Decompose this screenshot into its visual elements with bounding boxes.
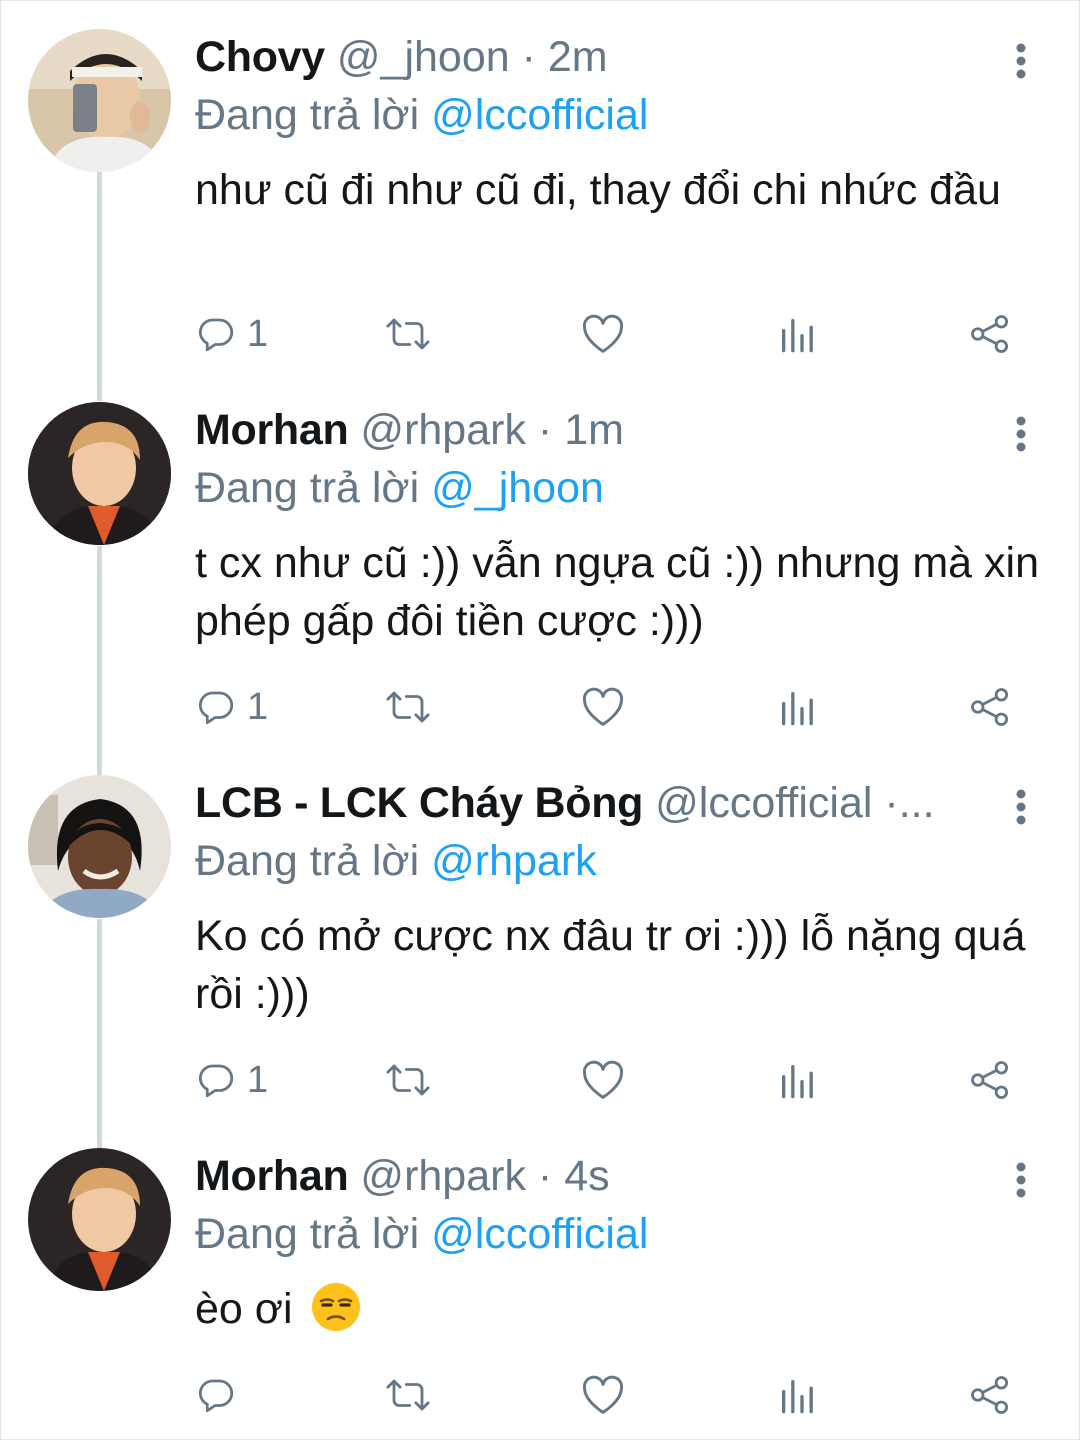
like-button[interactable] (581, 1055, 625, 1105)
tweet-header: LCB - LCK Cháy Bỏng @lccofficial ·... (195, 775, 1041, 831)
timestamp: · 1m (537, 406, 624, 454)
share-button[interactable] (969, 1055, 1011, 1105)
like-button[interactable] (581, 1370, 625, 1420)
avatar[interactable] (28, 402, 171, 545)
heart-icon (581, 313, 625, 355)
share-icon (969, 686, 1011, 728)
tweet[interactable]: Chovy @_jhoon · 2m Đang trả lời @lccoffi… (1, 1, 1080, 374)
user-handle[interactable]: @_jhoon (337, 33, 510, 81)
avatar[interactable] (28, 29, 171, 172)
unamused-face-emoji (310, 1281, 362, 1333)
retweet-icon (385, 1059, 431, 1101)
reply-button[interactable]: 1 (195, 309, 268, 359)
retweet-icon (385, 1374, 431, 1416)
tweet-header: Chovy @_jhoon · 2m (195, 29, 1041, 85)
analytics-icon (777, 1060, 817, 1100)
reply-icon (195, 1059, 237, 1101)
replying-to-label: Đang trả lời (195, 91, 420, 139)
analytics-button[interactable] (777, 309, 817, 359)
user-handle[interactable]: @rhpark (360, 406, 526, 454)
reply-icon (195, 686, 237, 728)
tweet-text: như cũ đi như cũ đi, thay đổi chi nhức đ… (195, 166, 1001, 214)
replying-to-handle[interactable]: @rhpark (431, 837, 597, 885)
reply-count: 1 (247, 1059, 269, 1101)
more-vertical-icon[interactable] (1001, 1158, 1041, 1198)
retweet-icon (385, 686, 431, 728)
timestamp: · 4s (537, 1152, 610, 1200)
replying-to-label: Đang trả lời (195, 837, 420, 885)
tweet-actions: 1 (195, 1055, 1025, 1105)
tweet[interactable]: LCB - LCK Cháy Bỏng @lccofficial ·... Đa… (1, 747, 1080, 1120)
avatar[interactable] (28, 1148, 171, 1291)
tweet-text-content: èo ơi (195, 1285, 293, 1333)
like-button[interactable] (581, 682, 625, 732)
replying-to-handle[interactable]: @lccofficial (431, 1210, 648, 1258)
tweet-actions (195, 1370, 1025, 1420)
replying-to: Đang trả lời @rhpark (195, 833, 1041, 889)
display-name[interactable]: Chovy (195, 33, 325, 81)
share-icon (969, 313, 1011, 355)
replying-to-handle[interactable]: @lccofficial (431, 91, 648, 139)
reply-button[interactable]: 1 (195, 682, 268, 732)
retweet-button[interactable] (385, 682, 431, 732)
share-icon (969, 1059, 1011, 1101)
reply-icon (195, 313, 237, 355)
user-handle[interactable]: @lccofficial (655, 779, 872, 827)
more-vertical-icon[interactable] (1001, 785, 1041, 825)
timestamp: ·... (884, 779, 935, 827)
display-name[interactable]: LCB - LCK Cháy Bỏng (195, 779, 643, 827)
reply-button[interactable] (195, 1370, 247, 1420)
analytics-icon (777, 1375, 817, 1415)
tweet-actions: 1 (195, 682, 1025, 732)
retweet-button[interactable] (385, 1370, 431, 1420)
replying-to-label: Đang trả lời (195, 464, 420, 512)
replying-to: Đang trả lời @_jhoon (195, 460, 1041, 516)
heart-icon (581, 1059, 625, 1101)
timestamp: · 2m (521, 33, 608, 81)
reply-button[interactable]: 1 (195, 1055, 268, 1105)
reply-count: 1 (247, 686, 269, 728)
share-icon (969, 1374, 1011, 1416)
like-button[interactable] (581, 309, 625, 359)
analytics-button[interactable] (777, 1055, 817, 1105)
tweet-text: t cx như cũ :)) vẫn ngựa cũ :)) nhưng mà… (195, 539, 1039, 645)
tweet-header: Morhan @rhpark · 4s (195, 1148, 1041, 1204)
display-name[interactable]: Morhan (195, 406, 349, 454)
tweet-text: èo ơi (195, 1280, 1041, 1338)
heart-icon (581, 1374, 625, 1416)
analytics-icon (777, 687, 817, 727)
share-button[interactable] (969, 309, 1011, 359)
share-button[interactable] (969, 1370, 1011, 1420)
retweet-button[interactable] (385, 309, 431, 359)
tweet-header: Morhan @rhpark · 1m (195, 402, 1041, 458)
replying-to-handle[interactable]: @_jhoon (431, 464, 604, 512)
retweet-icon (385, 313, 431, 355)
heart-icon (581, 686, 625, 728)
tweet-actions: 1 (195, 309, 1025, 359)
retweet-button[interactable] (385, 1055, 431, 1105)
share-button[interactable] (969, 682, 1011, 732)
replying-to: Đang trả lời @lccofficial (195, 1206, 1041, 1262)
reply-icon (195, 1374, 237, 1416)
more-vertical-icon[interactable] (1001, 412, 1041, 452)
tweet[interactable]: Morhan @rhpark · 4s Đang trả lời @lccoff… (1, 1120, 1080, 1440)
analytics-button[interactable] (777, 682, 817, 732)
replying-to-label: Đang trả lời (195, 1210, 420, 1258)
analytics-icon (777, 314, 817, 354)
reply-count: 1 (247, 313, 269, 355)
analytics-button[interactable] (777, 1370, 817, 1420)
avatar[interactable] (28, 775, 171, 918)
user-handle[interactable]: @rhpark (360, 1152, 526, 1200)
tweet-text: Ko có mở cược nx đâu tr ơi :))) lỗ nặng … (195, 912, 1026, 1018)
replying-to: Đang trả lời @lccofficial (195, 87, 1041, 143)
reply-thread: Chovy @_jhoon · 2m Đang trả lời @lccoffi… (0, 0, 1080, 1440)
tweet[interactable]: Morhan @rhpark · 1m Đang trả lời @_jhoon… (1, 374, 1080, 747)
more-vertical-icon[interactable] (1001, 39, 1041, 79)
display-name[interactable]: Morhan (195, 1152, 349, 1200)
